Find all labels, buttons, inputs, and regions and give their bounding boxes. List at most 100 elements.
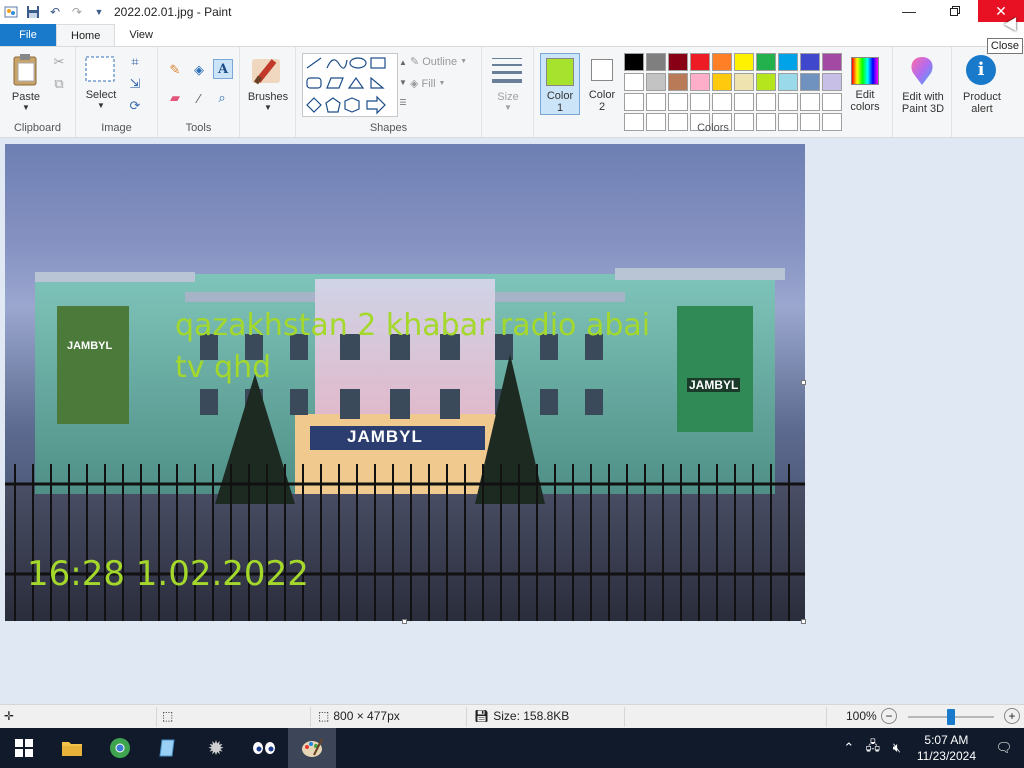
cut-icon[interactable]: ✂	[50, 53, 68, 71]
palette-swatch[interactable]	[712, 73, 732, 91]
edit-colors-icon	[851, 57, 879, 85]
notifications-icon[interactable]: 🗨︎	[984, 740, 1024, 756]
palette-swatch[interactable]	[756, 73, 776, 91]
copy-icon[interactable]: ⧉	[50, 75, 68, 93]
text-tool-icon[interactable]: A	[213, 59, 233, 79]
palette-swatch[interactable]	[712, 53, 732, 71]
palette-swatch[interactable]	[646, 53, 666, 71]
paste-dropdown-icon: ▼	[22, 103, 30, 112]
taskbar-file-explorer[interactable]	[48, 728, 96, 768]
undo-icon[interactable]: ↶	[46, 3, 64, 21]
color1-button[interactable]: Color 1	[540, 53, 580, 115]
palette-custom-slot[interactable]	[800, 93, 820, 111]
palette-custom-slot[interactable]	[756, 93, 776, 111]
edit-colors-button[interactable]: Edit colors	[846, 53, 886, 115]
brushes-group: Brushes ▼	[240, 47, 296, 137]
palette-swatch[interactable]	[734, 53, 754, 71]
palette-custom-slot[interactable]	[668, 93, 688, 111]
palette-swatch[interactable]	[668, 73, 688, 91]
palette-swatch[interactable]	[778, 73, 798, 91]
eraser-icon[interactable]: ▰	[166, 89, 184, 107]
colors-group-label: Colors	[697, 122, 729, 134]
outline-label: Outline	[422, 55, 458, 68]
zoom-slider-thumb[interactable]	[947, 709, 955, 725]
color2-button[interactable]: Color 2	[584, 53, 620, 115]
rotate-icon[interactable]: ⟳	[126, 97, 144, 115]
palette-swatch[interactable]	[624, 73, 644, 91]
tab-view[interactable]: View	[115, 24, 167, 46]
palette-custom-slot[interactable]	[624, 93, 644, 111]
palette-custom-slot[interactable]	[822, 93, 842, 111]
tab-file[interactable]: File	[0, 24, 56, 46]
palette-swatch[interactable]	[646, 73, 666, 91]
left-banner-text: JAMBYL	[67, 340, 113, 352]
right-banner-text: JAMBYL	[687, 378, 741, 392]
palette-custom-slot[interactable]	[690, 93, 710, 111]
palette-custom-slot[interactable]	[646, 93, 666, 111]
palette-swatch[interactable]	[800, 53, 820, 71]
shapes-scroll[interactable]: ▲ ▼ ☰	[398, 53, 408, 117]
canvas-workspace[interactable]: qazakhstan 2 khabar radio abai tv qhd 16…	[0, 138, 1024, 704]
redo-icon[interactable]: ↷	[68, 3, 86, 21]
palette-swatch[interactable]	[822, 53, 842, 71]
image-canvas[interactable]: qazakhstan 2 khabar radio abai tv qhd 16…	[5, 144, 805, 621]
colors-group: Color 1 Color 2 Edit colors Colors	[534, 47, 892, 137]
palette-custom-slot[interactable]	[734, 93, 754, 111]
taskbar-chrome[interactable]	[96, 728, 144, 768]
palette-swatch[interactable]	[800, 73, 820, 91]
building-sign-text: JAMBYL	[347, 427, 423, 446]
palette-swatch[interactable]	[690, 53, 710, 71]
palette-swatch[interactable]	[734, 73, 754, 91]
taskbar-eyes-app[interactable]	[240, 728, 288, 768]
taskbar-settings-app[interactable]: ✹	[192, 728, 240, 768]
network-icon[interactable]: 🖧︎	[861, 737, 885, 759]
palette-swatch[interactable]	[690, 73, 710, 91]
palette-swatch[interactable]	[756, 53, 776, 71]
select-label: Select	[85, 89, 117, 101]
pencil-icon[interactable]: ✎	[166, 61, 184, 79]
taskbar-clock[interactable]: 5:07 AM 11/23/2024	[909, 732, 984, 764]
zoom-out-button[interactable]: −	[881, 708, 897, 724]
save-icon[interactable]	[24, 3, 42, 21]
palette-swatch[interactable]	[822, 73, 842, 91]
outline-button[interactable]: ✎ Outline ▼	[410, 55, 467, 69]
shapes-gallery-icons	[306, 57, 386, 115]
select-button[interactable]: Select ▼	[84, 55, 118, 111]
edit-with-paint3d-button[interactable]: Edit with Paint 3D	[893, 53, 953, 115]
zoom-in-button[interactable]: +	[1004, 708, 1020, 724]
size-button[interactable]: Size ▼	[490, 55, 526, 115]
resize-handle-bottom[interactable]	[402, 619, 407, 624]
disk-icon: 💾︎	[474, 709, 490, 723]
eyes-icon	[253, 742, 275, 754]
magnifier-icon[interactable]: ⌕	[213, 89, 231, 107]
maximize-button[interactable]	[932, 0, 978, 22]
paste-button[interactable]: Paste ▼	[10, 53, 42, 112]
fill-button[interactable]: ◈ Fill ▼	[410, 77, 445, 91]
palette-custom-slot[interactable]	[778, 93, 798, 111]
palette-swatch[interactable]	[778, 53, 798, 71]
quick-access-toolbar: ↶ ↷ ▼	[0, 3, 108, 21]
crop-icon[interactable]: ⌗	[126, 53, 144, 71]
resize-icon[interactable]: ⇲	[126, 75, 144, 93]
minimize-button[interactable]: —	[886, 0, 932, 22]
paint-app-icon[interactable]	[2, 3, 20, 21]
taskbar-paint[interactable]	[288, 728, 336, 768]
customize-quick-access-icon[interactable]: ▼	[90, 3, 108, 21]
start-button[interactable]	[0, 728, 48, 768]
tab-home[interactable]: Home	[56, 24, 116, 46]
taskbar-notepad[interactable]	[144, 728, 192, 768]
fill-bucket-icon[interactable]: ◈	[190, 61, 208, 79]
palette-swatch[interactable]	[624, 53, 644, 71]
product-alert-button[interactable]: i Product alert	[952, 53, 1012, 115]
resize-handle-corner[interactable]	[801, 619, 806, 624]
volume-muted-icon[interactable]: 🔇︎	[885, 740, 909, 756]
palette-custom-slot[interactable]	[712, 93, 732, 111]
brushes-button[interactable]: Brushes ▼	[248, 53, 288, 113]
palette-swatch[interactable]	[668, 53, 688, 71]
resize-handle-right[interactable]	[801, 380, 806, 385]
color-picker-icon[interactable]: ⁄	[190, 89, 208, 107]
title-bar: ↶ ↷ ▼ 2022.02.01.jpg - Paint — ✕	[0, 0, 1024, 24]
info-icon: i	[966, 55, 996, 85]
show-hidden-icons-icon[interactable]: ⌃	[837, 740, 861, 756]
shapes-gallery[interactable]	[302, 53, 398, 117]
